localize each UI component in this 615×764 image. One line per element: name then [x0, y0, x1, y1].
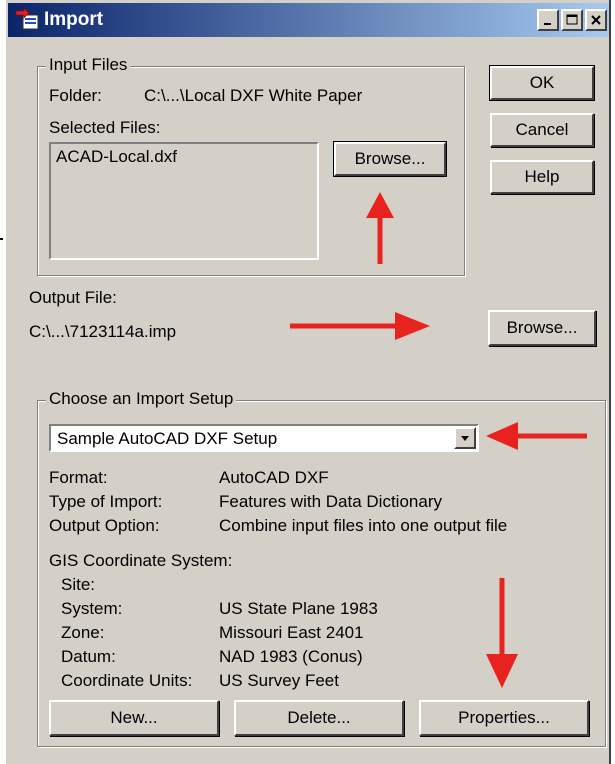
type-of-import-value: Features with Data Dictionary	[219, 492, 442, 511]
ok-button[interactable]: OK	[489, 65, 595, 101]
minimize-button[interactable]	[537, 9, 559, 31]
type-of-import-label: Type of Import:	[49, 492, 163, 511]
folder-label: Folder:	[49, 86, 102, 105]
gis-coordinate-system-label: GIS Coordinate System:	[49, 551, 233, 570]
site-label: Site:	[61, 575, 96, 594]
arrow-down-to-properties	[486, 578, 518, 688]
close-button[interactable]	[585, 9, 607, 31]
input-files-group-label: Input Files	[46, 55, 131, 75]
selected-files-label: Selected Files:	[49, 118, 161, 137]
arrow-up-to-browse	[366, 192, 394, 264]
title-bar[interactable]: Import	[8, 3, 609, 37]
close-icon	[591, 15, 601, 25]
system-value: US State Plane 1983	[219, 599, 378, 618]
import-setup-select[interactable]: Sample AutoCAD DXF Setup	[49, 424, 479, 452]
datum-value: NAD 1983 (Conus)	[219, 647, 363, 666]
input-browse-button[interactable]: Browse...	[333, 141, 447, 177]
edge-mark	[0, 238, 3, 240]
output-file-path: C:\...\7123114a.imp	[29, 322, 177, 341]
chevron-down-icon	[461, 436, 469, 441]
import-setup-selected: Sample AutoCAD DXF Setup	[57, 429, 278, 448]
datum-label: Datum:	[61, 647, 116, 666]
zone-value: Missouri East 2401	[219, 623, 364, 642]
arrow-left-to-setup-select	[486, 422, 587, 450]
dropdown-button[interactable]	[454, 427, 476, 449]
list-item[interactable]: ACAD-Local.dxf	[56, 147, 177, 167]
help-button[interactable]: Help	[490, 160, 594, 194]
coordinate-units-label: Coordinate Units:	[61, 671, 193, 690]
output-browse-button[interactable]: Browse...	[488, 310, 596, 346]
import-setup-group-label: Choose an Import Setup	[46, 389, 237, 409]
zone-label: Zone:	[61, 623, 105, 642]
import-app-icon	[15, 7, 39, 30]
window-title: Import	[44, 9, 104, 30]
format-value: AutoCAD DXF	[219, 468, 329, 487]
coordinate-units-value: US Survey Feet	[219, 671, 339, 690]
format-label: Format:	[49, 468, 108, 487]
cancel-button[interactable]: Cancel	[490, 113, 594, 147]
maximize-icon	[566, 14, 578, 25]
maximize-button[interactable]	[561, 9, 583, 31]
minimize-icon	[544, 23, 551, 25]
selected-files-list[interactable]: ACAD-Local.dxf	[49, 142, 319, 260]
delete-setup-button[interactable]: Delete...	[234, 700, 404, 736]
output-option-value: Combine input files into one output file	[219, 516, 508, 535]
system-label: System:	[61, 599, 123, 618]
output-file-label: Output File:	[29, 288, 117, 307]
output-option-label: Output Option:	[49, 516, 160, 535]
new-setup-button[interactable]: New...	[49, 700, 219, 736]
arrow-right-to-output-browse	[290, 312, 430, 340]
properties-button[interactable]: Properties...	[419, 700, 589, 736]
folder-path: C:\...\Local DXF White Paper	[144, 86, 363, 105]
